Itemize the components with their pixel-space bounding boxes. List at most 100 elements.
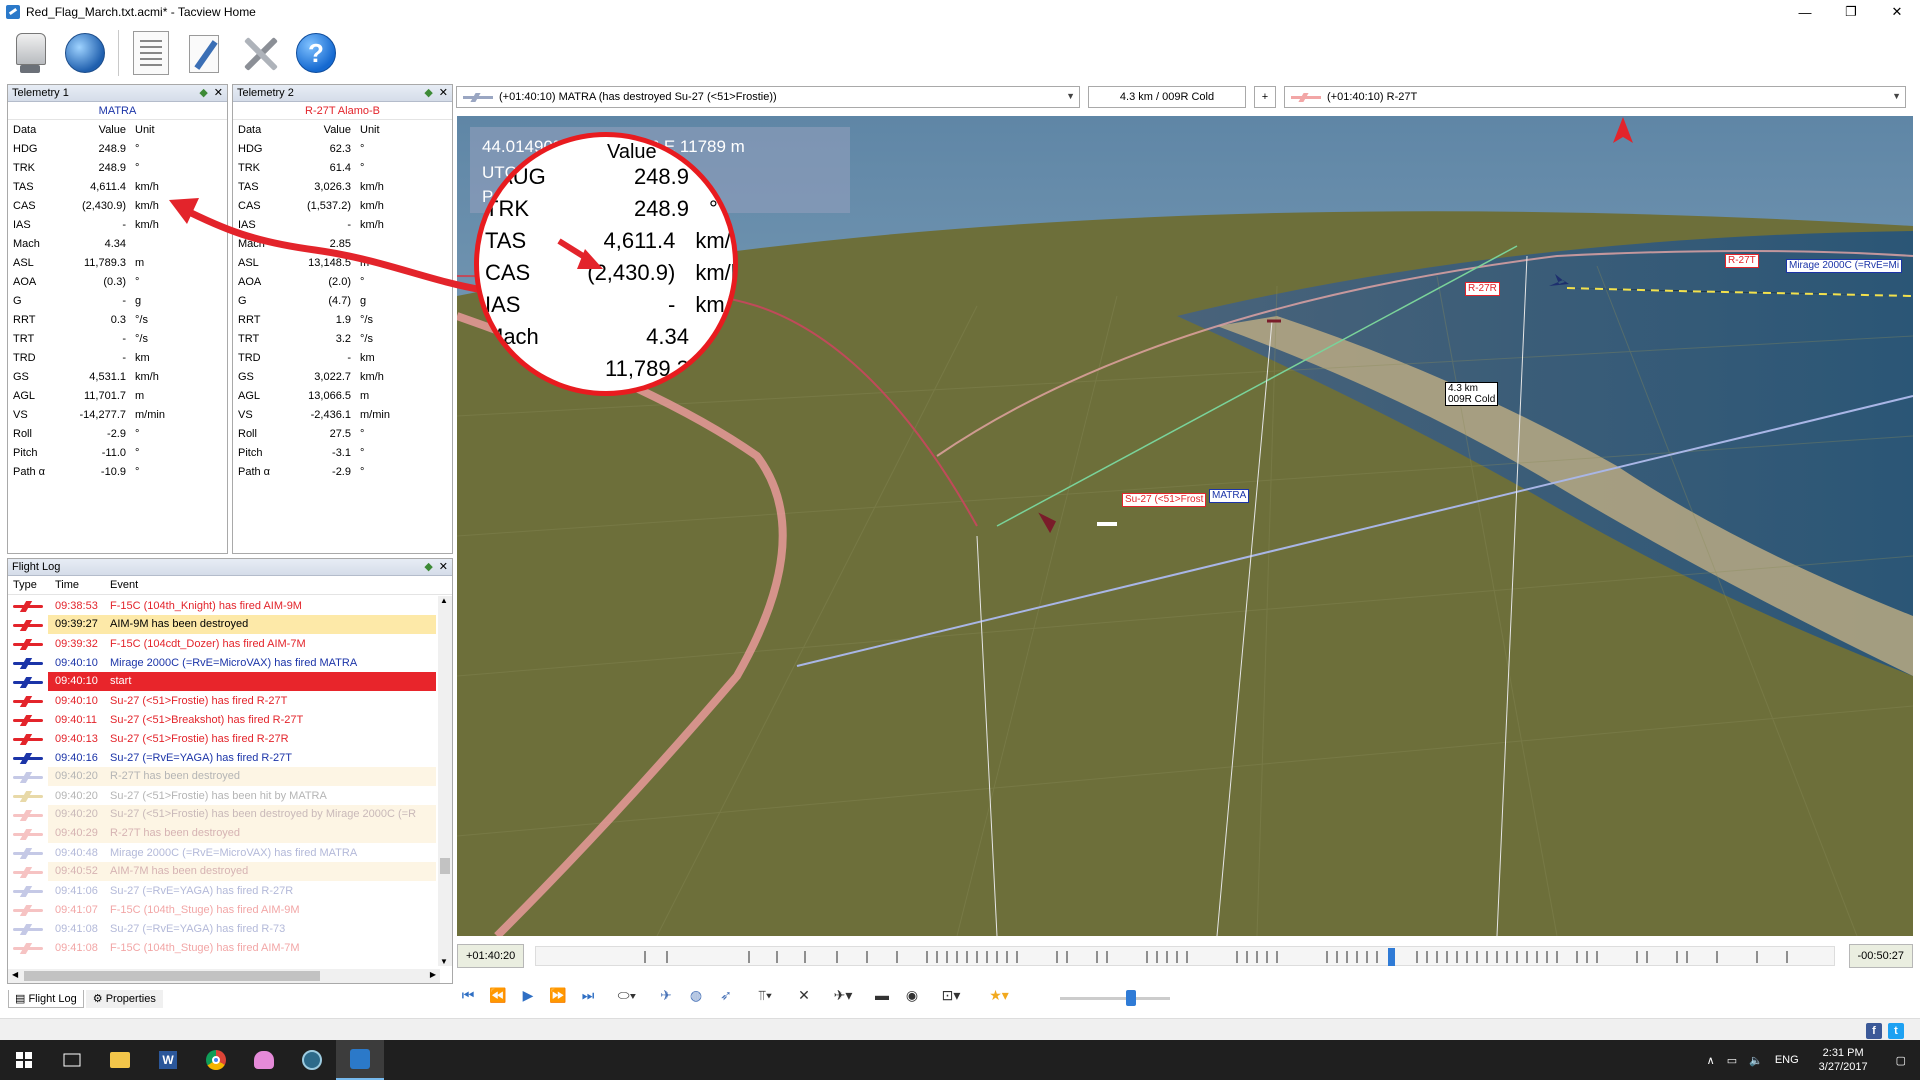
aircraft-view-button[interactable]: ✈ — [655, 983, 677, 1007]
octopus-app-icon[interactable] — [240, 1040, 288, 1080]
flight-log-hscroll[interactable]: ◀ ▶ — [8, 969, 440, 983]
close-icon[interactable]: ✕ — [439, 86, 448, 99]
pin-icon[interactable]: ◆ — [424, 560, 432, 573]
telemetry-2-object[interactable]: R-27T Alamo-B — [233, 102, 452, 120]
online-button[interactable] — [63, 28, 107, 78]
chevron-up-icon[interactable]: ∧ — [1707, 1054, 1715, 1067]
log-row[interactable]: 09:40:10 Su-27 (<51>Frostie) has fired R-… — [8, 691, 436, 710]
scroll-right-icon[interactable]: ▶ — [430, 970, 436, 979]
log-row[interactable]: 09:40:29 R-27T has been destroyed — [8, 824, 436, 843]
label-mode-button[interactable]: ⫪▾ — [745, 983, 785, 1007]
log-row[interactable]: 09:38:53 F-15C (104th_Knight) has fired A… — [8, 596, 436, 615]
aircraft-filter-button[interactable]: ✈▾ — [823, 983, 863, 1007]
close-icon[interactable]: ✕ — [214, 86, 223, 99]
log-row[interactable]: 09:40:10 Mirage 2000C (=RvE=MicroVAX) has… — [8, 653, 436, 672]
scroll-up-icon[interactable]: ▲ — [440, 596, 448, 605]
secondary-object-combo[interactable]: (+01:40:10) R-27T ▼ — [1284, 86, 1906, 108]
scroll-down-icon[interactable]: ▼ — [440, 957, 448, 966]
volume-icon[interactable]: 🔈 — [1749, 1054, 1763, 1067]
notifications-icon[interactable]: ▢ — [1896, 1054, 1906, 1067]
col-event[interactable]: Event — [105, 579, 138, 591]
su27-tag[interactable]: Su-27 (<51>Frost — [1122, 493, 1207, 507]
col-type[interactable]: Type — [8, 579, 48, 591]
log-row[interactable]: 09:39:32 F-15C (104cdt_Dozer) has fired A… — [8, 634, 436, 653]
speed-slider[interactable] — [1060, 990, 1170, 1006]
log-row[interactable]: 09:41:06 Su-27 (=RvE=YAGA) has fired R-27… — [8, 881, 436, 900]
slider-knob[interactable] — [1126, 990, 1136, 1006]
log-row[interactable]: 09:40:20 Su-27 (<51>Frostie) has been hit… — [8, 786, 436, 805]
flight-log-title: Flight Log — [12, 561, 61, 573]
windows-icon[interactable] — [0, 1040, 48, 1080]
add-object-button[interactable]: + — [1254, 86, 1276, 108]
clock[interactable]: 2:31 PM 3/27/2017 — [1819, 1046, 1868, 1074]
r27r-tag[interactable]: R-27R — [1465, 282, 1500, 296]
telemetry-label: Mach — [13, 237, 40, 250]
settings-button[interactable] — [239, 28, 283, 78]
log-row[interactable]: 09:40:16 Su-27 (=RvE=YAGA) has fired R-27… — [8, 748, 436, 767]
log-row[interactable]: 09:40:20 Su-27 (<51>Frostie) has been des… — [8, 805, 436, 824]
plane-icon — [13, 943, 43, 953]
favorites-button[interactable]: ★▾ — [979, 983, 1019, 1007]
log-row[interactable]: 09:39:27 AIM-9M has been destroyed — [8, 615, 436, 634]
skip-start-button[interactable]: ⏮ — [457, 983, 479, 1007]
network-icon[interactable]: ▭ — [1727, 1054, 1737, 1067]
log-row[interactable]: 09:41:08 Su-27 (=RvE=YAGA) has fired R-73 — [8, 919, 436, 938]
camera-mode-button[interactable]: ⬭▾ — [607, 983, 647, 1007]
log-row[interactable]: 09:41:07 F-15C (104th_Stuge) has fired AI… — [8, 900, 436, 919]
col-data: Data — [238, 123, 262, 136]
log-row[interactable]: 09:40:10 start — [8, 672, 436, 691]
col-unit: Unit — [360, 123, 380, 136]
file-explorer-icon[interactable] — [96, 1040, 144, 1080]
close-icon[interactable]: ✕ — [439, 560, 448, 573]
scroll-left-icon[interactable]: ◀ — [12, 970, 18, 979]
log-row[interactable]: 09:40:13 Su-27 (<51>Frostie) has fired R-… — [8, 729, 436, 748]
rewind-button[interactable]: ⏪ — [487, 983, 509, 1007]
missile-view-button[interactable]: ➶ — [715, 983, 737, 1007]
tab-properties[interactable]: ⚙ Properties — [85, 990, 163, 1008]
open-data-button[interactable] — [8, 28, 52, 78]
log-row[interactable]: 09:40:11 Su-27 (<51>Breakshot) has fired … — [8, 710, 436, 729]
telemetry-label: VS — [238, 408, 253, 421]
log-row[interactable]: 09:40:20 R-27T has been destroyed — [8, 767, 436, 786]
globe-view-button[interactable]: ◍ — [685, 983, 707, 1007]
telemetry-1-object[interactable]: MATRA — [8, 102, 227, 120]
word-icon[interactable]: W — [144, 1040, 192, 1080]
flight-log-vscroll[interactable]: ▲ ▼ — [438, 596, 452, 966]
close-button[interactable]: ✕ — [1874, 0, 1920, 24]
pin-icon[interactable]: ◆ — [424, 86, 432, 99]
twitter-icon[interactable]: t — [1888, 1023, 1904, 1039]
edit-button[interactable] — [184, 28, 228, 78]
media-icon[interactable] — [288, 1040, 336, 1080]
minimize-button[interactable]: — — [1782, 0, 1828, 24]
r27t-tag[interactable]: R-27T — [1725, 254, 1759, 268]
facebook-icon[interactable]: f — [1866, 1023, 1882, 1039]
tacview-icon[interactable] — [336, 1040, 384, 1080]
hscroll-thumb[interactable] — [24, 971, 320, 981]
log-row[interactable]: 09:40:52 AIM-7M has been destroyed — [8, 862, 436, 881]
ground-units-button[interactable]: ▬ — [871, 983, 893, 1007]
language-indicator[interactable]: ENG — [1775, 1054, 1799, 1066]
terrain-button[interactable]: ◉ — [901, 983, 923, 1007]
matra-tag[interactable]: MATRA — [1209, 489, 1250, 503]
fast-forward-button[interactable]: ⏩ — [547, 983, 569, 1007]
col-time[interactable]: Time — [48, 579, 105, 591]
log-row[interactable]: 09:41:08 F-15C (104th_Stuge) has fired AI… — [8, 938, 436, 956]
log-row[interactable]: 09:40:48 Mirage 2000C (=RvE=MicroVAX) has… — [8, 843, 436, 862]
pin-icon[interactable]: ◆ — [199, 86, 207, 99]
help-button[interactable]: ? — [294, 28, 338, 78]
report-button[interactable] — [129, 28, 173, 78]
play-button[interactable]: ▶ — [517, 983, 539, 1007]
crosshair-button[interactable]: ✕ — [793, 983, 815, 1007]
restore-button[interactable]: ❐ — [1828, 0, 1874, 24]
timeline-track[interactable] — [535, 946, 1835, 966]
primary-object-combo[interactable]: (+01:40:10) MATRA (has destroyed Su-27 (… — [456, 86, 1080, 108]
timeline-thumb[interactable] — [1387, 948, 1395, 966]
mirage-tag[interactable]: Mirage 2000C (=RvE=Mi — [1786, 259, 1903, 273]
display-options-button[interactable]: ⊡▾ — [931, 983, 971, 1007]
task-view-icon[interactable] — [48, 1040, 96, 1080]
log-type — [8, 810, 48, 820]
scroll-thumb[interactable] — [440, 858, 450, 874]
skip-end-button[interactable]: ⏭ — [577, 983, 599, 1007]
chrome-icon[interactable] — [192, 1040, 240, 1080]
tab-flight-log[interactable]: ▤ Flight Log — [8, 990, 84, 1008]
